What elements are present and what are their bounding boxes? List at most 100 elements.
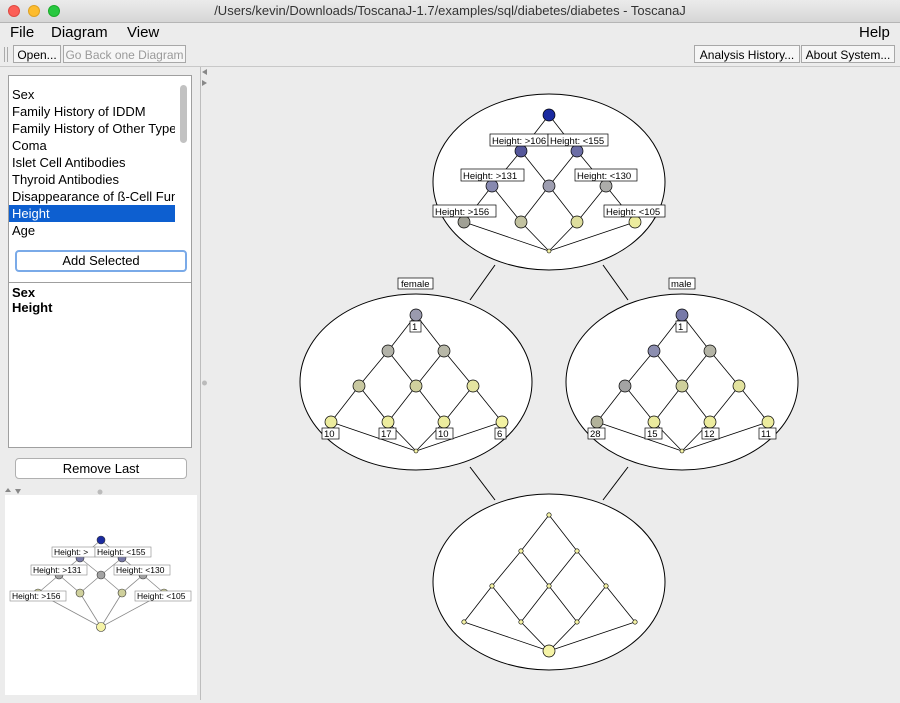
concept-node[interactable]	[570, 215, 584, 229]
concept-node[interactable]	[514, 215, 528, 229]
concept-node[interactable]	[590, 415, 604, 429]
label-height-130: Height: <130	[577, 171, 631, 182]
attribute-item[interactable]: Thyroid Antibodies	[9, 171, 175, 188]
window-title: /Users/kevin/Downloads/ToscanaJ-1.7/exam…	[214, 3, 686, 18]
outer-concept-bottom[interactable]	[432, 493, 666, 671]
splitter-handle-icon[interactable]	[202, 380, 207, 386]
concept-node[interactable]	[618, 379, 632, 393]
concept-node[interactable]	[546, 512, 552, 518]
menu-help[interactable]: Help	[859, 24, 890, 41]
toolbar: Open... Go Back one Diagram Analysis His…	[0, 44, 900, 67]
attribute-list[interactable]: Sex Family History of IDDM Family Histor…	[8, 75, 192, 307]
mini-node	[96, 570, 106, 580]
splitter-handle-icon[interactable]	[97, 489, 103, 495]
attribute-list-vertical-scrollbar[interactable]	[180, 85, 187, 143]
splitter-left-arrow-icon[interactable]	[202, 69, 207, 75]
title-bar: /Users/kevin/Downloads/ToscanaJ-1.7/exam…	[0, 0, 900, 23]
concept-node[interactable]	[324, 415, 338, 429]
female-count-top: 1	[412, 322, 417, 333]
selected-attribute-item[interactable]: Sex	[12, 285, 35, 300]
selected-attribute-item[interactable]: Height	[12, 300, 52, 315]
concept-node[interactable]	[461, 619, 467, 625]
collapse-up-icon[interactable]	[5, 488, 11, 492]
concept-node[interactable]	[679, 448, 685, 454]
toolbar-grip	[4, 47, 8, 62]
concept-node[interactable]	[732, 379, 746, 393]
label-male: male	[671, 279, 692, 290]
add-selected-button[interactable]: Add Selected	[15, 250, 187, 272]
overview-diagram[interactable]: Height: > Height: <155 Height: >131 Heig…	[5, 495, 197, 695]
female-count: 10	[438, 429, 449, 440]
attribute-item[interactable]: Age	[9, 222, 175, 239]
male-count: 11	[761, 429, 771, 440]
collapse-down-icon[interactable]	[15, 489, 21, 494]
concept-node[interactable]	[675, 379, 689, 393]
menu-diagram[interactable]: Diagram	[51, 24, 108, 41]
attribute-item[interactable]: Sex	[9, 86, 175, 103]
nested-line-diagram: Height: >106 Height: <155 Height: >131 H…	[299, 93, 799, 671]
concept-node[interactable]	[437, 415, 451, 429]
menu-file[interactable]: File	[10, 24, 34, 41]
concept-node[interactable]	[542, 179, 556, 193]
mini-label-h130: Height: <130	[116, 565, 165, 575]
mini-label-h156: Height: >156	[12, 591, 61, 601]
label-height-155: Height: <155	[550, 136, 604, 147]
concept-node[interactable]	[542, 108, 556, 122]
attribute-item[interactable]: Family History of Other Type	[9, 120, 175, 137]
panel-splitter[interactable]	[200, 67, 209, 700]
concept-node[interactable]	[381, 415, 395, 429]
concept-node[interactable]	[409, 308, 423, 322]
mini-node	[117, 588, 127, 598]
male-count-top: 1	[678, 322, 683, 333]
male-count: 12	[704, 429, 715, 440]
female-count: 10	[324, 429, 335, 440]
concept-node[interactable]	[703, 415, 717, 429]
concept-node[interactable]	[703, 344, 717, 358]
concept-node[interactable]	[761, 415, 775, 429]
mini-label-h106: Height: >	[54, 547, 88, 557]
label-female: female	[401, 279, 430, 290]
selected-attributes-list[interactable]: Sex Height	[8, 282, 192, 448]
concept-node[interactable]	[647, 344, 661, 358]
concept-node[interactable]	[542, 644, 556, 658]
concept-node[interactable]	[675, 308, 689, 322]
analysis-history-button[interactable]: Analysis History...	[694, 45, 800, 63]
concept-node[interactable]	[518, 619, 524, 625]
attribute-item[interactable]: Disappearance of ß-Cell Fun	[9, 188, 175, 205]
mini-node	[75, 588, 85, 598]
concept-node[interactable]	[381, 344, 395, 358]
open-button[interactable]: Open...	[13, 45, 61, 63]
remove-last-button[interactable]: Remove Last	[15, 458, 187, 479]
concept-node[interactable]	[546, 583, 552, 589]
label-height-131: Height: >131	[463, 171, 517, 182]
concept-node[interactable]	[574, 548, 580, 554]
female-count: 17	[381, 429, 392, 440]
concept-node[interactable]	[546, 248, 552, 254]
diagram-view[interactable]: Height: >106 Height: <155 Height: >131 H…	[209, 67, 900, 700]
concept-node[interactable]	[489, 583, 495, 589]
mini-node	[96, 535, 106, 545]
attribute-item[interactable]: Coma	[9, 137, 175, 154]
concept-node[interactable]	[518, 548, 524, 554]
concept-node[interactable]	[409, 379, 423, 393]
splitter-right-arrow-icon[interactable]	[202, 80, 207, 86]
concept-node[interactable]	[603, 583, 609, 589]
concept-node[interactable]	[495, 415, 509, 429]
concept-node[interactable]	[574, 619, 580, 625]
male-count: 28	[590, 429, 601, 440]
attribute-item[interactable]: Family History of IDDM	[9, 103, 175, 120]
concept-node[interactable]	[413, 448, 419, 454]
about-system-button[interactable]: About System...	[801, 45, 895, 63]
concept-node[interactable]	[352, 379, 366, 393]
concept-node[interactable]	[437, 344, 451, 358]
attribute-item[interactable]: Islet Cell Antibodies	[9, 154, 175, 171]
go-back-button[interactable]: Go Back one Diagram	[63, 45, 186, 63]
label-height-106: Height: >106	[492, 136, 546, 147]
concept-node[interactable]	[466, 379, 480, 393]
male-count: 15	[647, 429, 658, 440]
mini-label-h155: Height: <155	[97, 547, 146, 557]
menu-view[interactable]: View	[127, 24, 159, 41]
concept-node[interactable]	[632, 619, 638, 625]
concept-node[interactable]	[647, 415, 661, 429]
attribute-item-selected[interactable]: Height	[9, 205, 175, 222]
